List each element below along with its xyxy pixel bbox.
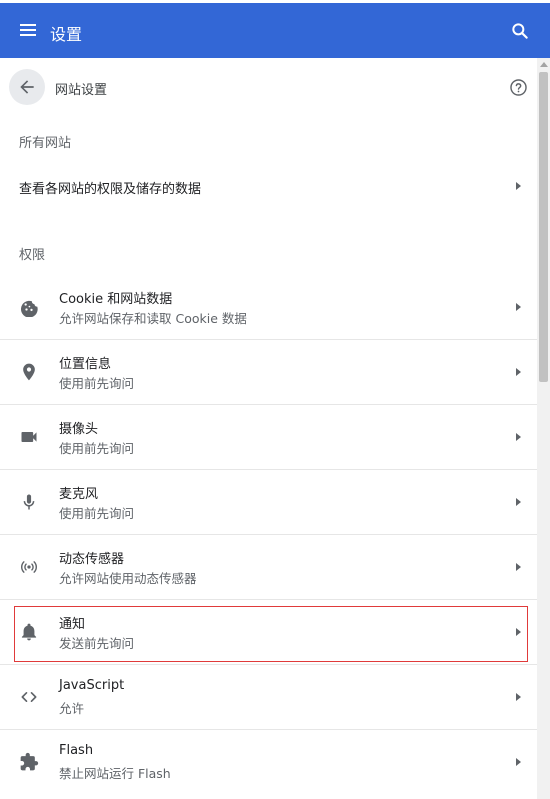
permission-desc: 发送前先询问 xyxy=(59,636,135,651)
all-sites-section-label: 所有网站 xyxy=(19,136,72,151)
chevron-right-icon xyxy=(516,303,521,311)
chevron-right-icon xyxy=(516,563,521,571)
page-header: 网站设置 xyxy=(0,58,537,120)
puzzle-icon xyxy=(19,752,39,772)
microphone-icon xyxy=(19,492,39,512)
permission-name: 摄像头 xyxy=(59,422,99,437)
permission-name: Flash xyxy=(59,743,94,758)
permission-desc: 允许 xyxy=(59,701,85,716)
permission-item-motion-sensors[interactable]: 动态传感器 允许网站使用动态传感器 xyxy=(0,535,537,600)
page-title: 网站设置 xyxy=(55,83,108,98)
bell-icon xyxy=(19,622,39,642)
back-button[interactable] xyxy=(9,69,45,105)
top-app-bar: 设置 xyxy=(0,3,550,58)
code-icon xyxy=(19,687,39,707)
app-bar-title: 设置 xyxy=(50,25,83,44)
scroll-up-arrow[interactable] xyxy=(540,62,548,67)
cookie-icon xyxy=(19,297,39,318)
permission-item-cookies[interactable]: Cookie 和网站数据 允许网站保存和读取 Cookie 数据 xyxy=(0,275,537,340)
permission-desc: 使用前先询问 xyxy=(59,441,135,456)
chevron-right-icon xyxy=(516,368,521,376)
permission-item-flash[interactable]: Flash 禁止网站运行 Flash xyxy=(0,730,537,795)
permission-desc: 使用前先询问 xyxy=(59,506,135,521)
arrow-back-icon xyxy=(20,80,34,94)
chevron-right-icon xyxy=(516,182,521,190)
chevron-right-icon xyxy=(516,433,521,441)
search-icon[interactable] xyxy=(510,21,530,41)
permission-desc: 允许网站使用动态传感器 xyxy=(59,571,197,586)
scrollbar-thumb[interactable] xyxy=(539,72,548,382)
view-site-permissions-label: 查看各网站的权限及储存的数据 xyxy=(19,182,202,197)
permission-name: Cookie 和网站数据 xyxy=(59,292,173,307)
chevron-right-icon xyxy=(516,693,521,701)
permission-name: 通知 xyxy=(59,617,86,632)
permission-desc: 允许网站保存和读取 Cookie 数据 xyxy=(59,311,247,326)
permission-item-microphone[interactable]: 麦克风 使用前先询问 xyxy=(0,470,537,535)
permission-name: 麦克风 xyxy=(59,487,99,502)
sensors-icon xyxy=(19,557,39,577)
location-pin-icon xyxy=(19,362,39,382)
permissions-list: Cookie 和网站数据 允许网站保存和读取 Cookie 数据 位置信息 使用… xyxy=(0,275,537,795)
permission-desc: 禁止网站运行 Flash xyxy=(59,766,171,781)
camera-icon xyxy=(19,427,39,447)
permission-name: JavaScript xyxy=(59,678,125,693)
view-site-permissions-link[interactable]: 查看各网站的权限及储存的数据 xyxy=(0,162,537,210)
permission-item-notifications[interactable]: 通知 发送前先询问 xyxy=(0,600,537,665)
chevron-right-icon xyxy=(516,498,521,506)
permissions-section-label: 权限 xyxy=(19,248,46,263)
permission-item-javascript[interactable]: JavaScript 允许 xyxy=(0,665,537,730)
permission-desc: 使用前先询问 xyxy=(59,376,135,391)
permission-name: 位置信息 xyxy=(59,357,112,372)
permission-item-location[interactable]: 位置信息 使用前先询问 xyxy=(0,340,537,405)
chevron-right-icon xyxy=(516,628,521,636)
menu-icon[interactable] xyxy=(20,21,36,41)
permission-name: 动态传感器 xyxy=(59,552,125,567)
help-icon[interactable] xyxy=(509,78,528,97)
chevron-right-icon xyxy=(516,758,521,766)
permission-item-camera[interactable]: 摄像头 使用前先询问 xyxy=(0,405,537,470)
scrollbar[interactable] xyxy=(537,58,550,799)
